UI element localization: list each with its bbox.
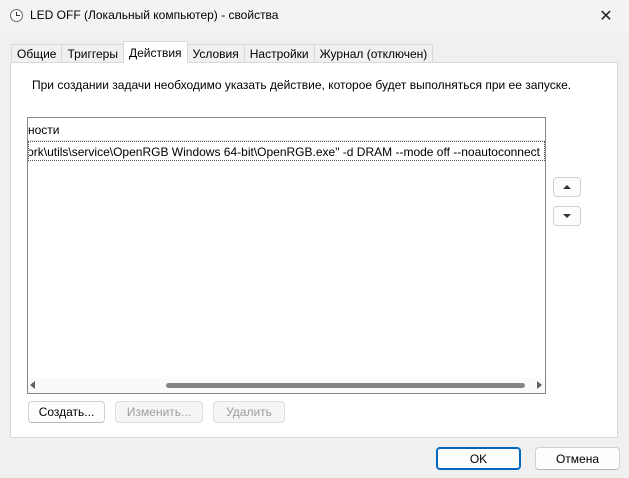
tab-actions[interactable]: Действия [122,41,188,63]
edit-button[interactable]: Изменить... [115,401,203,423]
move-up-button[interactable] [553,177,581,197]
title-bar: LED OFF (Локальный компьютер) - свойства… [0,0,629,31]
list-header[interactable]: ности [28,118,545,141]
actions-list[interactable]: ности ork\utils\service\OpenRGB Windows … [27,117,546,394]
tab-settings[interactable]: Настройки [243,44,315,63]
close-button[interactable]: ✕ [583,0,629,31]
table-row[interactable]: ork\utils\service\OpenRGB Windows 64-bit… [28,141,545,161]
scroll-left-icon[interactable] [30,381,35,389]
tab-general[interactable]: Общие [11,44,63,63]
action-details-cell: ork\utils\service\OpenRGB Windows 64-bit… [28,145,540,159]
column-header-details[interactable]: ности [28,123,60,137]
move-down-button[interactable] [553,206,581,226]
delete-button[interactable]: Удалить [213,401,285,423]
scroll-right-icon[interactable] [537,381,542,389]
scrollbar-thumb[interactable] [166,383,525,388]
create-button[interactable]: Создать... [28,401,105,423]
task-properties-window: LED OFF (Локальный компьютер) - свойства… [0,0,629,478]
actions-description: При создании задачи необходимо указать д… [32,78,572,92]
cancel-button[interactable]: Отмена [535,447,620,470]
arrow-up-icon [563,185,571,189]
tab-history[interactable]: Журнал (отключен) [313,44,434,63]
window-title: LED OFF (Локальный компьютер) - свойства [30,8,279,22]
tab-conditions[interactable]: Условия [186,44,245,63]
horizontal-scrollbar[interactable] [28,378,545,393]
actions-tab-panel: При создании задачи необходимо указать д… [10,62,618,438]
tab-triggers[interactable]: Триггеры [61,44,124,63]
tab-strip: Общие Триггеры Действия Условия Настройк… [11,41,434,63]
clock-icon [10,9,23,22]
ok-button[interactable]: OK [436,447,521,470]
arrow-down-icon [563,214,571,218]
close-icon: ✕ [599,7,613,25]
